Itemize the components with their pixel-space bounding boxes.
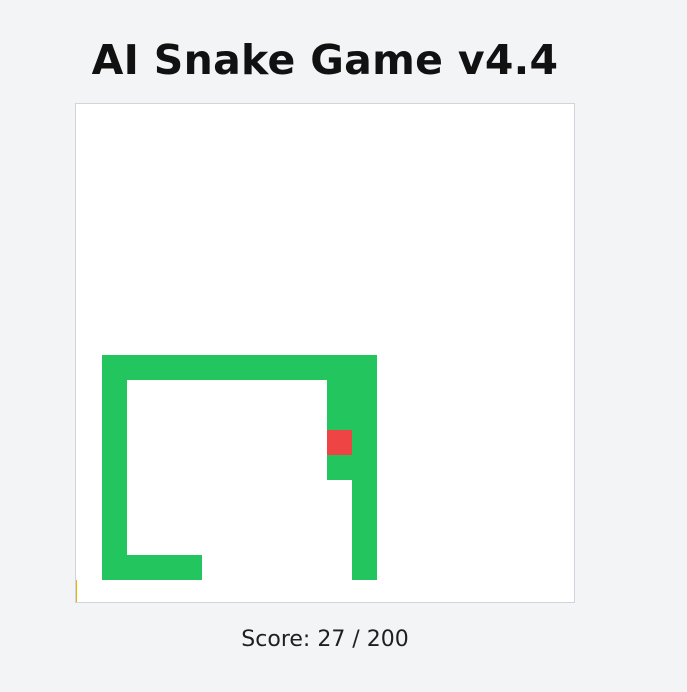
snake-segment xyxy=(277,355,302,380)
snake-segment xyxy=(102,530,127,555)
snake-segment xyxy=(352,405,377,430)
snake-segment xyxy=(202,355,227,380)
snake-segment xyxy=(252,355,277,380)
snake-segment xyxy=(102,480,127,505)
snake-segment xyxy=(127,555,152,580)
snake-segment xyxy=(352,455,377,480)
snake-segment xyxy=(102,555,127,580)
snake-segment xyxy=(102,405,127,430)
snake-segment xyxy=(152,555,177,580)
snake-segment xyxy=(327,405,352,430)
score-display: Score: 27 / 200 xyxy=(241,627,409,652)
snake-segment xyxy=(352,555,377,580)
snake-segment xyxy=(352,430,377,455)
snake-segment xyxy=(102,380,127,405)
snake-segment xyxy=(102,505,127,530)
snake-segment xyxy=(102,430,127,455)
game-board xyxy=(75,103,575,603)
snake-segment xyxy=(177,555,202,580)
snake-segment xyxy=(352,530,377,555)
snake-segment xyxy=(352,480,377,505)
snake-segment xyxy=(352,355,377,380)
food xyxy=(327,430,352,455)
snake-segment xyxy=(327,355,352,380)
bonus-food xyxy=(76,580,77,602)
snake-segment xyxy=(352,380,377,405)
snake-segment xyxy=(127,355,152,380)
snake-segment xyxy=(152,355,177,380)
snake-segment xyxy=(302,355,327,380)
snake-segment xyxy=(327,455,352,480)
snake-segment xyxy=(102,355,127,380)
snake-segment xyxy=(352,505,377,530)
game-title: AI Snake Game v4.4 xyxy=(91,36,559,84)
snake-segment xyxy=(177,355,202,380)
snake-segment xyxy=(227,355,252,380)
snake-segment xyxy=(327,380,352,405)
snake-segment xyxy=(102,455,127,480)
